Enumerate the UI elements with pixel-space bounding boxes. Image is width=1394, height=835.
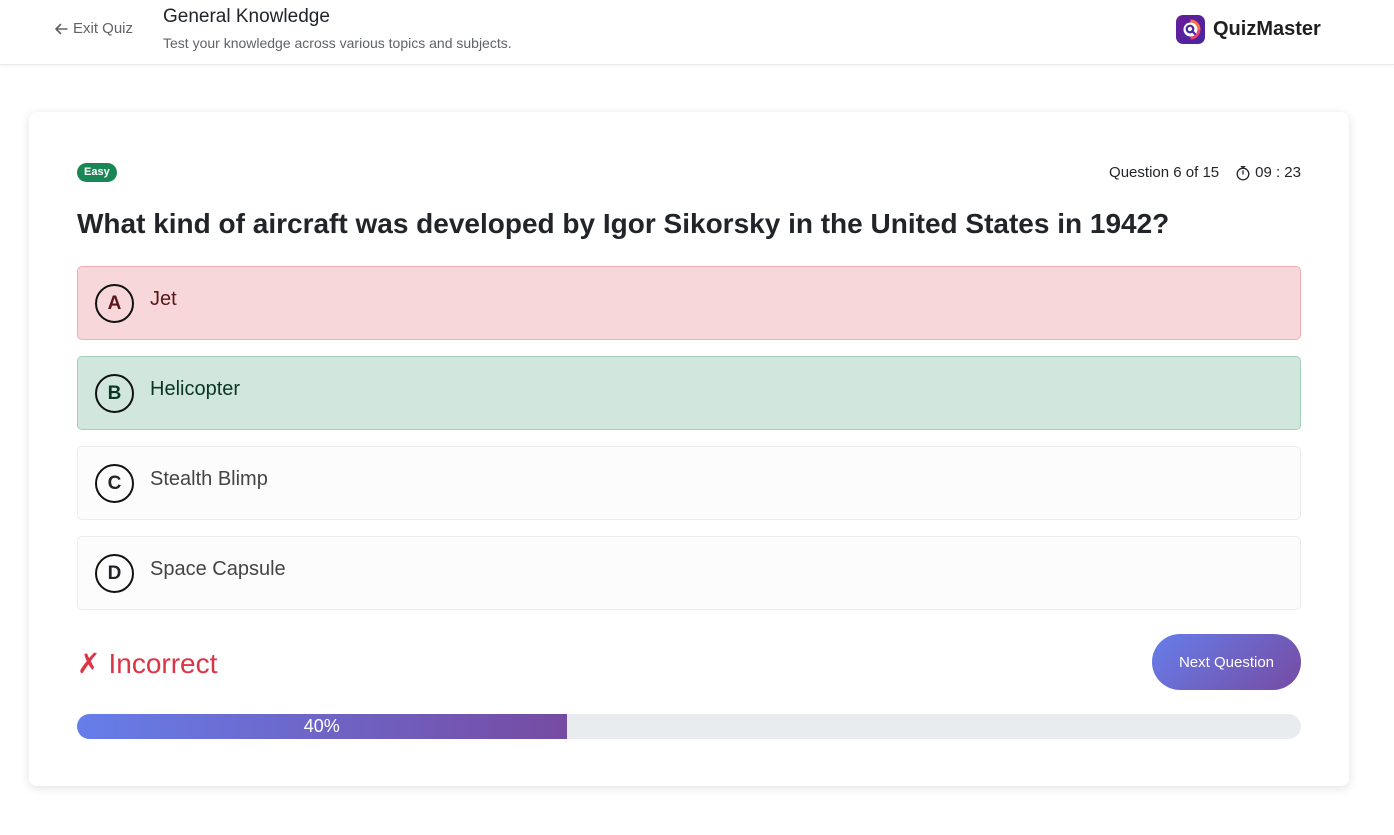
quiz-timer: 09 : 23 [1235,164,1301,181]
option-letter: A [95,284,134,323]
timer-value: 09 : 23 [1255,164,1301,181]
progress-bar: 40% [77,714,1301,739]
answer-feedback: ✗ Incorrect [77,647,217,680]
option-letter: B [95,374,134,413]
option-text: Space Capsule [150,558,286,580]
quizmaster-logo [1176,15,1205,44]
quiz-meta: Question 6 of 15 09 : 23 [1109,164,1301,181]
feedback-text: Incorrect [108,647,218,679]
brand-name: QuizMaster [1213,18,1321,40]
quiz-title-block: General Knowledge Test your knowledge ac… [163,6,512,52]
question-counter: Question 6 of 15 [1109,164,1220,181]
option-d[interactable]: D Space Capsule [77,536,1301,610]
option-letter: C [95,464,134,503]
difficulty-badge: Easy [77,163,117,182]
top-navbar: Exit Quiz General Knowledge Test your kn… [0,0,1394,65]
quiz-card: Easy Question 6 of 15 09 : 23 What kind … [29,112,1349,786]
stopwatch-icon [1236,165,1250,180]
arrow-left-icon [55,23,68,34]
progress-fill: 40% [77,714,567,739]
question-text: What kind of aircraft was developed by I… [77,208,1170,239]
exit-quiz-link[interactable]: Exit Quiz [53,20,133,37]
option-text: Stealth Blimp [150,468,268,490]
option-text: Jet [150,288,177,310]
next-question-button[interactable]: Next Question [1152,634,1301,690]
option-text: Helicopter [150,378,241,400]
quiz-title: General Knowledge [163,6,330,27]
brand[interactable]: QuizMaster [1176,15,1321,44]
option-a[interactable]: A Jet [77,266,1301,340]
option-b[interactable]: B Helicopter [77,356,1301,430]
quiz-subtitle: Test your knowledge across various topic… [163,35,512,51]
progress-label: 40% [303,716,340,736]
incorrect-icon: ✗ [77,648,101,679]
option-c[interactable]: C Stealth Blimp [77,446,1301,520]
option-letter: D [95,554,134,593]
exit-quiz-label: Exit Quiz [73,20,134,37]
